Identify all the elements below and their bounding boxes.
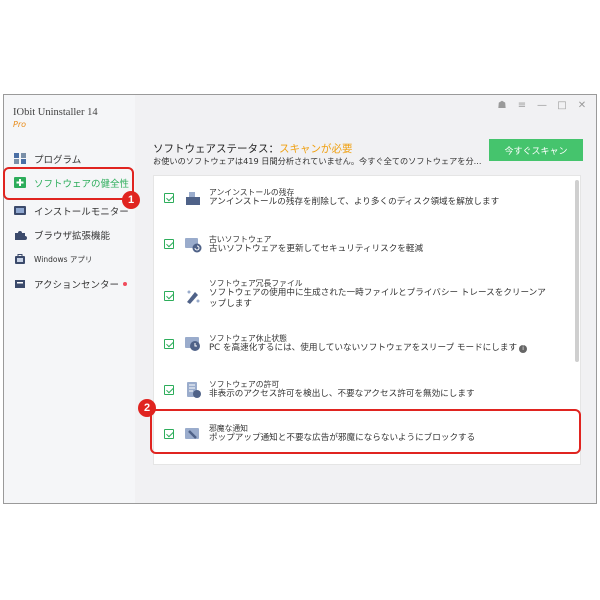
list-item[interactable]: ソフトウェア冗長ファイル ソフトウェアの使用中に生成された一時ファイルとプライバ…	[154, 268, 574, 322]
app-edition: Pro	[13, 120, 27, 129]
windows-store-icon	[14, 253, 28, 265]
scan-now-button[interactable]: 今すぐスキャン	[489, 139, 583, 161]
list-item[interactable]: アンインストールの残存 アンインストールの残存を削除して、より多くのディスク領域…	[154, 176, 574, 220]
maximize-icon[interactable]: □	[556, 100, 568, 111]
row-description: 非表示のアクセス許可を検出し、不要なアクセス許可を無効にします	[209, 389, 475, 399]
list-item[interactable]: ソフトウェアの許可 非表示のアクセス許可を検出し、不要なアクセス許可を無効にしま…	[154, 368, 574, 412]
scrollbar[interactable]	[575, 180, 579, 362]
puzzle-icon	[14, 229, 28, 241]
checkbox[interactable]	[164, 291, 174, 301]
briefcase-icon[interactable]: ☗	[496, 100, 508, 111]
close-icon[interactable]: ✕	[576, 100, 588, 111]
callout-number: 1	[122, 191, 140, 209]
sidebar-item-label: Windows アプリ	[34, 254, 93, 264]
checkbox[interactable]	[164, 385, 174, 395]
checkbox[interactable]	[164, 193, 174, 203]
row-description: 古いソフトウェアを更新してセキュリティリスクを軽減	[209, 244, 424, 254]
notification-dot	[123, 282, 128, 286]
flag-icon	[14, 278, 28, 290]
row-description: PC を高速化するには、使用していないソフトウェアをスリープ モードにします i	[209, 343, 554, 354]
sidebar-item-windows-apps[interactable]: Windows アプリ	[4, 248, 135, 270]
permission-icon	[184, 381, 202, 399]
sidebar-item-install-monitor[interactable]: インストールモニター	[4, 200, 135, 222]
sidebar: IObit Uninstaller 14 Pro プログラム ソフトウェアの健全…	[4, 95, 135, 503]
list-item[interactable]: 古いソフトウェア 古いソフトウェアを更新してセキュリティリスクを軽減	[154, 222, 574, 266]
checkbox[interactable]	[164, 239, 174, 249]
clean-icon	[184, 287, 202, 305]
sidebar-item-label: インストールモニター	[34, 207, 129, 218]
callout-highlight-annoying-notifications	[150, 409, 581, 454]
row-description: アンインストールの残存を削除して、より多くのディスク領域を解放します	[209, 197, 500, 207]
sleep-icon	[184, 335, 202, 353]
info-icon[interactable]: i	[519, 345, 528, 353]
software-status: ソフトウェアステータス：スキャンが必要	[153, 141, 353, 156]
status-label: ソフトウェアステータス：	[153, 143, 279, 155]
menu-icon[interactable]: ≡	[516, 100, 528, 111]
list-item[interactable]: ソフトウェア休止状態 PC を高速化するには、使用していないソフトウェアをスリー…	[154, 322, 574, 366]
sidebar-item-label: アクションセンター	[34, 280, 120, 291]
sidebar-item-label: ブラウザ拡張機能	[34, 231, 111, 242]
minimize-icon[interactable]: —	[536, 100, 548, 111]
sidebar-item-action-center[interactable]: アクションセンター	[4, 273, 135, 295]
app-title: IObit Uninstaller 14	[13, 107, 98, 118]
status-value: スキャンが必要	[279, 143, 353, 155]
callout-highlight-software-health	[3, 167, 134, 200]
update-icon	[184, 235, 202, 253]
broom-icon	[184, 189, 202, 207]
callout-number: 2	[138, 399, 156, 417]
sidebar-item-browser-extensions[interactable]: ブラウザ拡張機能	[4, 224, 135, 246]
checkbox[interactable]	[164, 339, 174, 349]
row-description: ソフトウェアの使用中に生成された一時ファイルとプライバシー トレースをクリーンア…	[209, 288, 546, 309]
status-description: お使いのソフトウェアは419 日間分析されていません。今すぐ全てのソフトウェアを…	[153, 156, 482, 166]
grid-icon	[14, 153, 28, 165]
monitor-icon	[14, 205, 28, 217]
window-controls: ☗ ≡ — □ ✕	[496, 100, 588, 111]
row-description-text: PC を高速化するには、使用していないソフトウェアをスリープ モードにします	[209, 343, 518, 353]
sidebar-item-label: プログラム	[34, 155, 82, 166]
